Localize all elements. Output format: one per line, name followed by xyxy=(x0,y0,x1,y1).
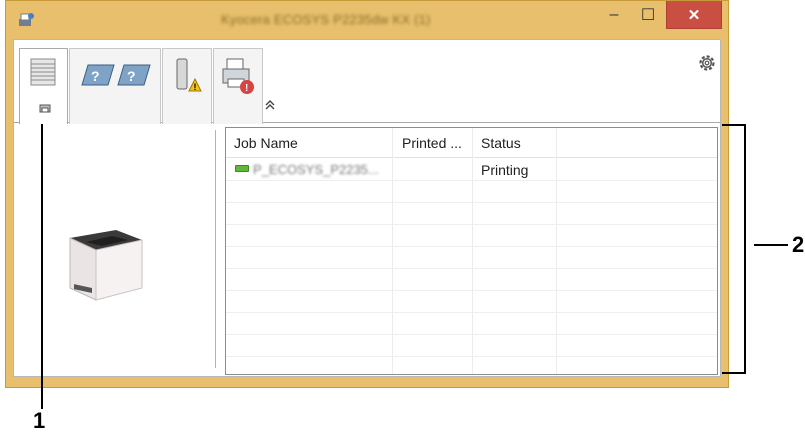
tab-printer-status[interactable]: ! xyxy=(213,48,263,124)
minimize-button[interactable]: – xyxy=(597,1,631,29)
svg-text:?: ? xyxy=(91,68,100,84)
paper-tray-unknown-icon: ? ? xyxy=(81,64,151,86)
table-row-empty xyxy=(226,225,717,247)
callout-2-number: 2 xyxy=(792,232,805,257)
table-row-empty xyxy=(226,269,717,291)
table-row-empty xyxy=(226,181,717,203)
table-row[interactable]: P_ECOSYS_P2235... Printing xyxy=(226,159,717,181)
close-button[interactable]: ✕ xyxy=(666,1,722,29)
printer-alert-icon: ! xyxy=(222,58,254,94)
callout-1-number: 1 xyxy=(33,408,46,433)
column-header-printed[interactable]: Printed ... xyxy=(402,135,462,151)
app-icon xyxy=(19,13,34,26)
stack-of-paper-icon xyxy=(30,58,56,86)
svg-text:!: ! xyxy=(245,83,248,94)
window-client-area: ? ? ! ! Job Name Printed ... Status P_EC… xyxy=(13,39,721,377)
callout-2-bracket-top xyxy=(722,124,746,126)
window-title: Kyocera ECOSYS P2235dw KX (1) xyxy=(221,12,431,27)
screenshot-stage: Kyocera ECOSYS P2235dw KX (1) – ☐ ✕ ? ? … xyxy=(0,0,805,439)
table-row-empty xyxy=(226,291,717,313)
table-row-empty xyxy=(226,247,717,269)
printer-image xyxy=(69,230,143,301)
table-row-empty xyxy=(226,313,717,335)
gear-icon[interactable] xyxy=(697,53,717,73)
toner-warning-icon: ! xyxy=(176,58,202,92)
callout-2-bracket-side xyxy=(744,124,746,374)
column-header-status[interactable]: Status xyxy=(481,135,521,151)
print-job-icon xyxy=(235,165,249,172)
callout-1-line xyxy=(41,103,43,409)
svg-text:?: ? xyxy=(127,68,136,84)
title-bar[interactable]: Kyocera ECOSYS P2235dw KX (1) – ☐ ✕ xyxy=(6,1,728,39)
table-row-empty xyxy=(226,203,717,225)
double-chevron-up-icon[interactable] xyxy=(264,99,276,111)
callout-2-bracket-bottom xyxy=(722,372,746,374)
tab-toner-status[interactable]: ! xyxy=(162,48,212,124)
job-list[interactable]: Job Name Printed ... Status P_ECOSYS_P22… xyxy=(225,127,718,375)
svg-text:!: ! xyxy=(194,82,197,92)
printer-small-icon xyxy=(39,104,51,113)
job-status-cell: Printing xyxy=(481,162,529,178)
maximize-button[interactable]: ☐ xyxy=(631,1,665,29)
status-monitor-window: Kyocera ECOSYS P2235dw KX (1) – ☐ ✕ ? ? … xyxy=(5,0,729,388)
pane-divider[interactable] xyxy=(215,130,216,368)
tab-print-queue[interactable] xyxy=(19,48,68,124)
table-row-empty xyxy=(226,335,717,357)
job-name-cell: P_ECOSYS_P2235... xyxy=(253,162,379,177)
column-header-job-name[interactable]: Job Name xyxy=(234,135,298,151)
tab-strip: ? ? ! ! xyxy=(14,40,720,124)
tab-tray-status[interactable]: ? ? xyxy=(69,48,161,124)
callout-2-line xyxy=(754,244,788,246)
